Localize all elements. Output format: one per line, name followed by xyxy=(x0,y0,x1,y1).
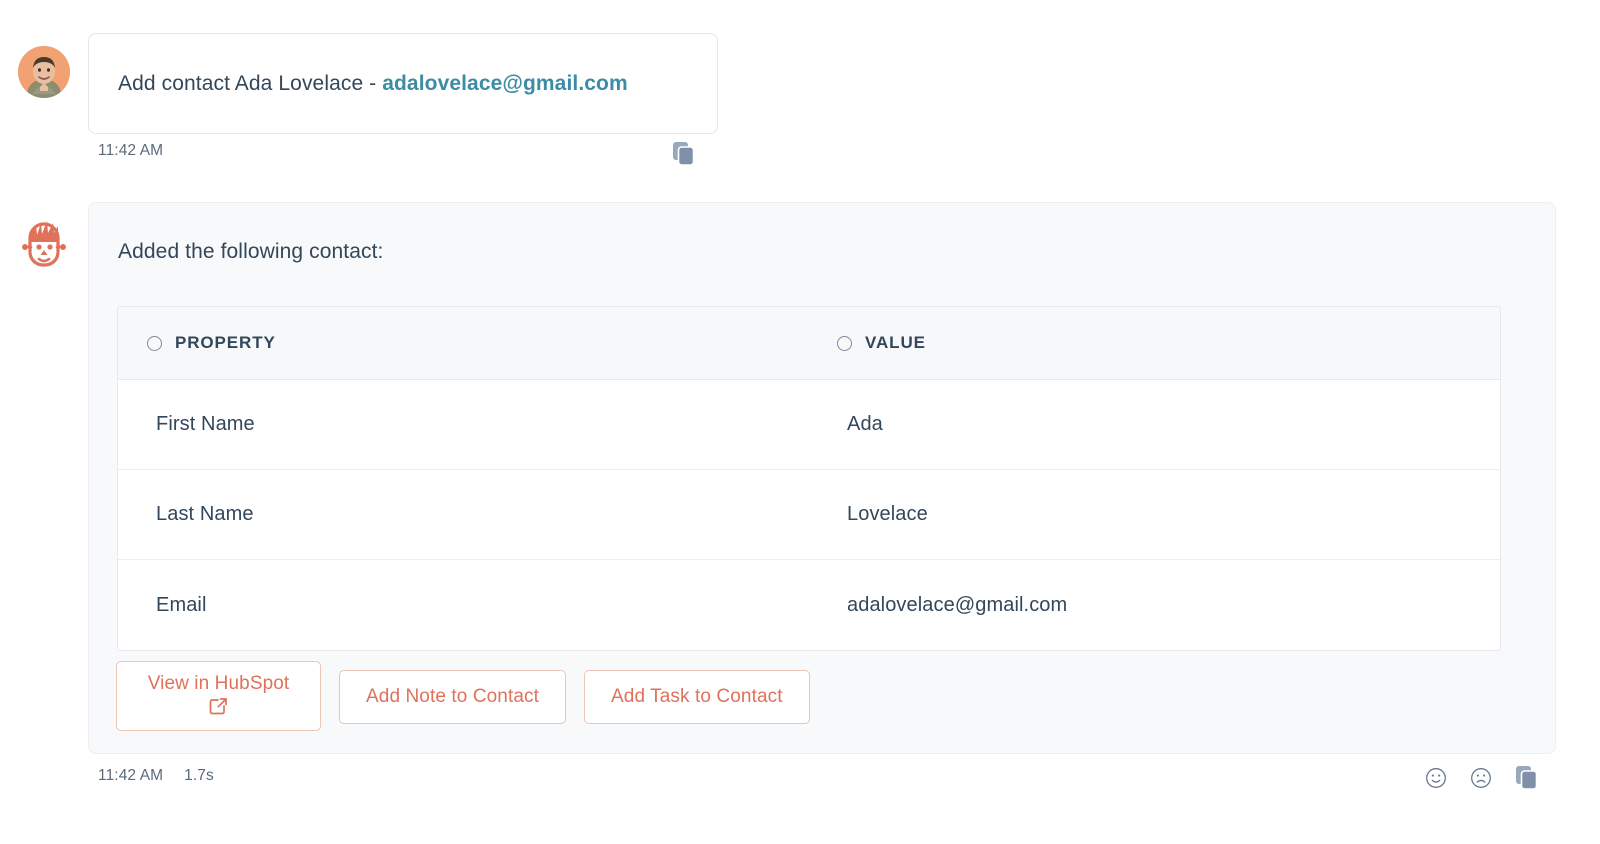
user-photo-avatar xyxy=(18,46,70,98)
view-in-hubspot-button[interactable]: View in HubSpot xyxy=(116,661,321,731)
add-note-label: Add Note to Contact xyxy=(366,686,540,707)
external-link-icon xyxy=(209,697,228,722)
table-cell-value: Lovelace xyxy=(808,503,1500,526)
table-header-property-label: PROPERTY xyxy=(175,333,276,352)
add-task-label: Add Task to Contact xyxy=(611,686,783,707)
hubspot-bot-face-icon xyxy=(19,216,69,268)
view-in-hubspot-label: View in HubSpot xyxy=(147,672,290,694)
user-message-text: Add contact Ada Lovelace - adalovelace@g… xyxy=(118,70,628,97)
copy-icon[interactable] xyxy=(672,141,696,167)
table-cell-value: Ada xyxy=(808,413,1500,436)
table-row: Last Name Lovelace xyxy=(118,470,1500,560)
table-header-value-label: VALUE xyxy=(865,333,926,352)
action-buttons: View in HubSpot Add Note to Contact Add … xyxy=(116,661,810,731)
table-header-property[interactable]: PROPERTY xyxy=(118,333,808,353)
bot-message-meta: 11:42 AM 1.7s xyxy=(98,767,214,785)
add-note-to-contact-button[interactable]: Add Note to Contact xyxy=(339,670,567,724)
user-message-timestamp: 11:42 AM xyxy=(98,142,164,159)
thumbs-up-smiley-icon[interactable] xyxy=(1425,767,1447,794)
table-header-row: PROPERTY VALUE xyxy=(118,307,1500,380)
contact-email-link[interactable]: adalovelace@gmail.com xyxy=(382,72,628,95)
property-name: Email xyxy=(156,593,207,616)
radio-circle-icon xyxy=(147,335,162,351)
add-task-to-contact-button[interactable]: Add Task to Contact xyxy=(584,670,810,724)
table-cell-property: Last Name xyxy=(118,503,808,526)
bot-response-card: Added the following contact: PROPERTY VA… xyxy=(88,202,1556,754)
table-cell-property: First Name xyxy=(118,413,808,436)
table-row: Email adalovelace@gmail.com xyxy=(118,560,1500,650)
thumbs-down-frowny-icon[interactable] xyxy=(1470,767,1492,794)
table-cell-value: adalovelace@gmail.com xyxy=(808,594,1500,617)
bot-intro-text: Added the following contact: xyxy=(118,240,384,263)
copy-icon[interactable] xyxy=(1515,765,1539,796)
feedback-actions xyxy=(1425,765,1539,796)
bot-message-timestamp: 11:42 AM xyxy=(98,767,164,784)
property-name: First Name xyxy=(156,413,255,435)
table-row: First Name Ada xyxy=(118,380,1500,470)
radio-circle-icon xyxy=(837,335,852,351)
user-message-bubble: Add contact Ada Lovelace - adalovelace@g… xyxy=(88,33,718,134)
contact-properties-table: PROPERTY VALUE First Name Ada Last Name xyxy=(117,306,1501,651)
table-cell-property: Email xyxy=(118,594,808,617)
property-value: Ada xyxy=(847,413,883,435)
property-value: adalovelace@gmail.com xyxy=(847,593,1068,616)
chat-transcript-page: Add contact Ada Lovelace - adalovelace@g… xyxy=(0,0,1600,844)
bot-message-duration: 1.7s xyxy=(184,767,214,784)
table-header-value[interactable]: VALUE xyxy=(808,333,1500,353)
user-message-prefix: Add contact Ada Lovelace - xyxy=(118,71,383,95)
property-value: Lovelace xyxy=(847,503,928,525)
property-name: Last Name xyxy=(156,503,254,525)
